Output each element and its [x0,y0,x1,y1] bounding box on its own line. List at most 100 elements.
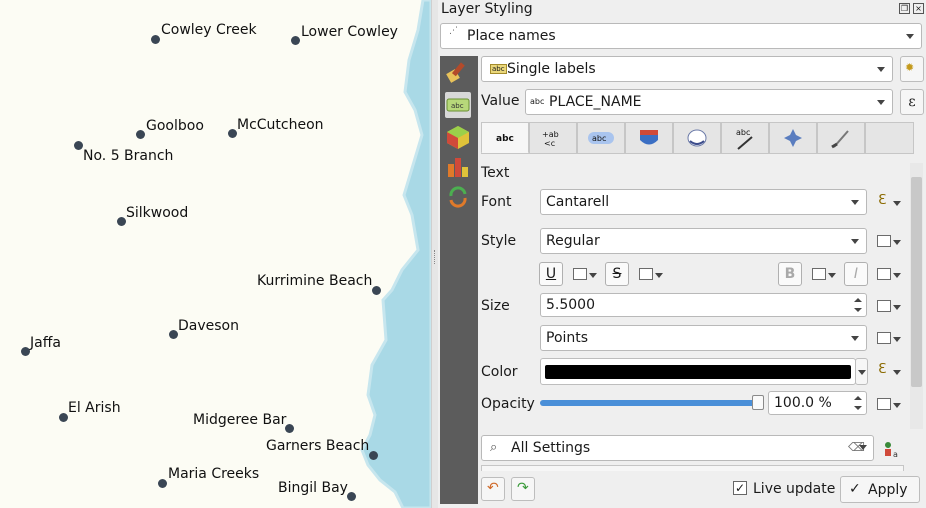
bold-data-defined-button[interactable] [812,264,836,284]
chevron-down-icon [877,67,885,72]
font-combo[interactable]: Cantarell [540,189,867,215]
underline-button[interactable]: U [539,262,563,286]
style-data-defined-button[interactable] [877,231,901,251]
scrollbar-thumb[interactable] [911,177,922,387]
tab-callouts[interactable] [769,122,817,153]
label-mode-combo[interactable]: abc Single labels [481,56,893,82]
settings-search-input[interactable]: ⌕ All Settings ⌫ [481,435,874,461]
expression-button[interactable]: ε [900,89,924,115]
tab-text[interactable]: abc [481,122,529,154]
apply-button[interactable]: ✓ Apply [840,476,920,503]
size-data-defined-button[interactable] [877,296,901,316]
spin-down-icon[interactable] [854,406,862,410]
size-spinbox[interactable]: 5.5000 [540,293,867,317]
svg-text:abc: abc [736,128,750,137]
chevron-down-icon [828,273,836,278]
size-unit-combo[interactable]: Points [540,325,867,351]
value-field-name: PLACE_NAME [549,94,642,110]
svg-text:a: a [893,450,898,459]
expression-override-icon: ℇ [878,192,887,208]
place-marker [372,286,381,295]
italic-data-defined-button[interactable] [877,264,901,284]
opacity-spinbox[interactable]: 100.0 % [768,391,867,415]
size-value: 5.5000 [546,297,595,313]
chevron-down-icon [877,100,885,105]
italic-button[interactable]: I [844,262,868,286]
chevron-down-icon [655,273,663,278]
opacity-slider[interactable] [540,395,764,410]
tab-formatting[interactable]: +ab <c [529,122,577,153]
value-field-combo[interactable]: abc PLACE_NAME [525,89,893,115]
place-label: Garners Beach [266,438,370,454]
3d-view-icon[interactable] [445,124,471,150]
place-label: Jaffa [30,335,61,351]
panel-titlebar: Layer Styling ❐ × [438,0,926,22]
chevron-down-icon [858,370,866,375]
label-settings-button[interactable]: ✹ [900,56,924,82]
color-label: Color [481,364,518,380]
tab-background[interactable] [673,122,721,153]
history-undo-icon[interactable] [445,184,471,210]
labels-tab-icon[interactable]: abc [445,92,471,118]
spin-up-icon[interactable] [854,298,862,302]
chevron-down-icon [893,370,901,375]
place-label: Silkwood [126,205,189,221]
panel-splitter[interactable] [431,0,438,508]
place-label: Lower Cowley [301,24,398,40]
svg-text:+ab: +ab [542,130,559,139]
undo-button[interactable]: ↶ [481,477,505,501]
strikeout-data-defined-button[interactable] [639,264,663,284]
color-menu-button[interactable] [855,358,868,385]
spin-down-icon[interactable] [854,308,862,312]
slider-handle[interactable] [752,395,764,410]
tab-buffer[interactable]: abc [577,122,625,153]
svg-text:abc: abc [496,134,514,144]
tab-mask[interactable] [625,122,673,153]
float-icon[interactable]: ❐ [899,3,910,14]
unit-data-defined-button[interactable] [877,328,901,348]
color-button[interactable] [540,358,856,385]
settings-scrollbar[interactable] [910,163,923,429]
style-combo[interactable]: Regular [540,228,867,254]
diagrams-icon[interactable] [445,154,471,180]
place-label: Bingil Bay [278,480,348,496]
opacity-value: 100.0 % [774,395,832,411]
live-update-checkbox[interactable]: ✓ [733,481,747,495]
spin-up-icon[interactable] [854,396,862,400]
tab-placement[interactable] [817,122,865,153]
chevron-down-icon [893,240,901,245]
map-canvas[interactable]: Cowley Creek Lower Cowley Goolboo McCutcheo… [0,0,431,508]
chevron-down-icon [893,305,901,310]
place-marker [347,492,356,501]
close-icon[interactable]: × [913,3,924,14]
search-dropdown-button[interactable] [856,435,874,461]
panel-bottom-bar: ↶ ↷ ✓ Live update ✓ Apply [481,476,924,506]
underline-data-defined-button[interactable] [573,264,597,284]
chevron-down-icon [859,445,867,450]
font-value: Cantarell [546,194,610,210]
font-data-defined-button[interactable]: ℇ [877,192,901,212]
bold-button[interactable]: B [778,262,802,286]
coastline-water [360,0,431,508]
layer-combo[interactable]: ⋰ Place names [440,23,922,49]
place-marker [291,36,300,45]
place-marker [74,141,83,150]
field-type-icon: abc [530,97,545,106]
chevron-down-icon [906,34,914,39]
label-rules-icon: ✹ [905,61,915,74]
opacity-label: Opacity [481,396,535,412]
tab-rendering[interactable] [865,122,914,153]
redo-button[interactable]: ↷ [511,477,535,501]
place-label: Maria Creeks [168,466,260,482]
tab-shadow[interactable]: abc [721,122,769,153]
chevron-down-icon [893,273,901,278]
color-data-defined-button[interactable]: ℇ [877,361,901,381]
expression-override-icon: ℇ [878,361,887,377]
symbology-brush-icon[interactable] [445,59,471,85]
place-label: Daveson [178,318,239,334]
opacity-data-defined-button[interactable] [877,394,901,414]
attribute-table-icon[interactable]: a [882,438,904,460]
size-label: Size [481,298,510,314]
chevron-down-icon [851,239,859,244]
strikeout-button[interactable]: S [605,262,629,286]
